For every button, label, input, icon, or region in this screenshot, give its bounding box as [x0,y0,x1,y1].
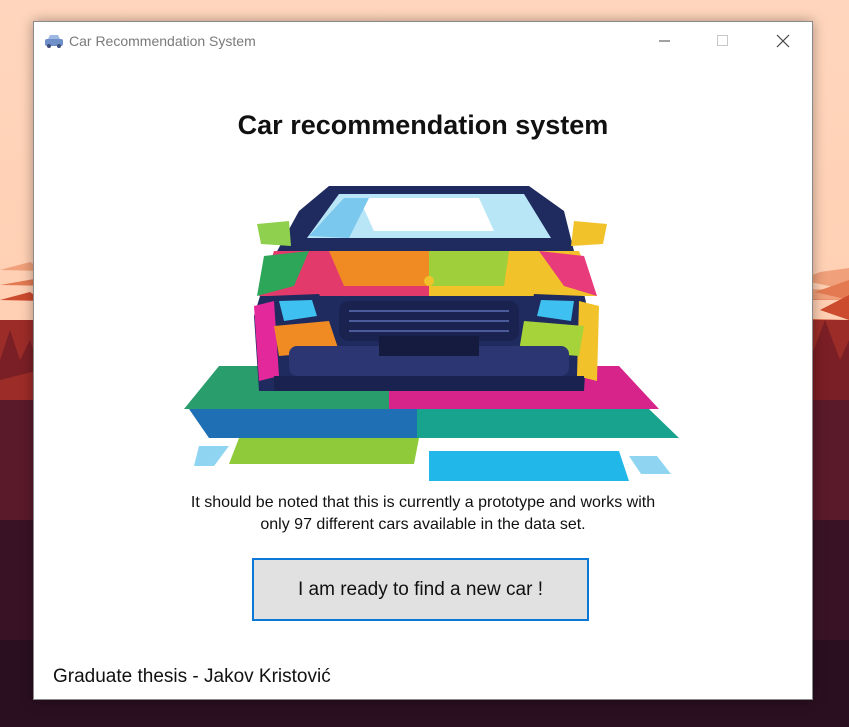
window-title: Car Recommendation System [69,33,256,49]
minimize-icon [659,40,670,42]
maximize-button[interactable] [694,22,752,60]
car-app-icon [45,35,63,48]
close-icon [776,34,790,48]
prototype-note: It should be noted that this is currentl… [34,492,812,536]
footer-credit: Graduate thesis - Jakov Kristović [53,666,331,687]
close-button[interactable] [754,22,812,60]
find-new-car-button[interactable]: I am ready to find a new car ! [252,558,589,621]
maximize-icon [717,35,728,46]
title-bar[interactable]: Car Recommendation System [34,22,812,60]
car-illustration [184,186,679,481]
minimize-button[interactable] [636,22,694,60]
note-line-1: It should be noted that this is currentl… [190,494,656,511]
page-title: Car recommendation system [237,110,609,140]
app-window: Car Recommendation System Car recommenda… [33,21,813,700]
note-line-2: only 97 different cars available in the … [260,516,586,533]
